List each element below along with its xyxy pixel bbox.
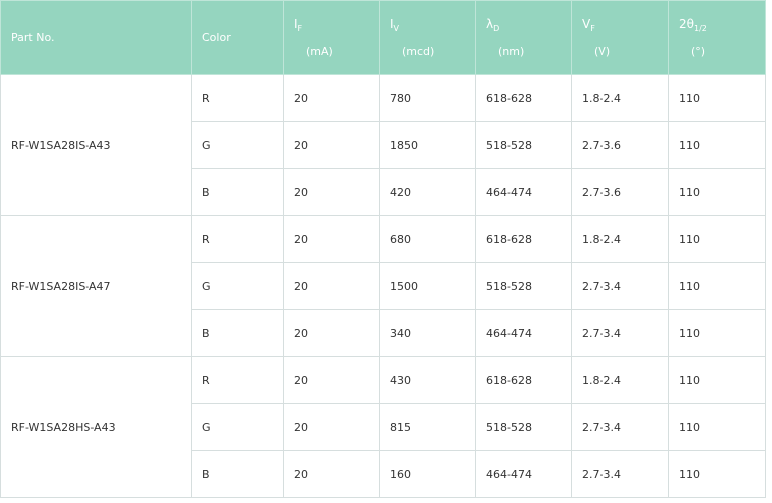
part-number-cell: RF-W1SA28IS-A47	[0, 215, 192, 357]
forward-current-cell: 20	[283, 450, 380, 498]
viewing-angle-cell: 110	[668, 403, 766, 451]
header-forward-voltage-symbol: VF	[582, 17, 595, 33]
dominant-wavelength-cell: 464-474	[475, 309, 572, 357]
forward-current-cell: 20	[283, 403, 380, 451]
forward-current-cell: 20	[283, 121, 380, 169]
header-forward-current-unit: (mA)	[306, 45, 333, 58]
table-row: RF-W1SA28HS-A43 R 20 430 618-628 1.8-2.4…	[0, 356, 766, 498]
part-number-cell: RF-W1SA28HS-A43	[0, 356, 192, 498]
header-color: Color	[191, 0, 284, 75]
viewing-angle-cell: 110	[668, 74, 766, 122]
header-luminous-intensity: IV (mcd)	[379, 0, 476, 75]
luminous-intensity-cell: 815	[379, 403, 476, 451]
header-dominant-wavelength: λD (nm)	[475, 0, 572, 75]
forward-current-cell: 20	[283, 356, 380, 404]
header-forward-voltage-unit: (V)	[594, 45, 611, 58]
forward-voltage-cell: 1.8-2.4	[571, 215, 669, 263]
forward-voltage-cell: 2.7-3.6	[571, 121, 669, 169]
viewing-angle-cell: 110	[668, 450, 766, 498]
forward-voltage-cell: 1.8-2.4	[571, 74, 669, 122]
luminous-intensity-cell: 1850	[379, 121, 476, 169]
led-spec-table: Part No. Color IF (mA) IV (mcd) λD (nm)	[0, 0, 766, 498]
dominant-wavelength-cell: 618-628	[475, 215, 572, 263]
luminous-intensity-cell: 420	[379, 168, 476, 216]
header-dominant-wavelength-symbol: λD	[486, 17, 499, 33]
dominant-wavelength-cell: 618-628	[475, 356, 572, 404]
luminous-intensity-cell: 160	[379, 450, 476, 498]
header-part-no: Part No.	[0, 0, 192, 75]
part-number-cell: RF-W1SA28IS-A43	[0, 74, 192, 216]
forward-voltage-cell: 2.7-3.4	[571, 309, 669, 357]
dominant-wavelength-cell: 518-528	[475, 403, 572, 451]
table-body: RF-W1SA28IS-A43 R 20 780 618-628 1.8-2.4…	[0, 74, 766, 498]
luminous-intensity-cell: 430	[379, 356, 476, 404]
viewing-angle-cell: 110	[668, 356, 766, 404]
luminous-intensity-cell: 680	[379, 215, 476, 263]
luminous-intensity-cell: 340	[379, 309, 476, 357]
forward-current-cell: 20	[283, 262, 380, 310]
header-luminous-intensity-symbol: IV	[390, 17, 399, 33]
spec-table-container: Part No. Color IF (mA) IV (mcd) λD (nm)	[0, 0, 766, 498]
viewing-angle-cell: 110	[668, 215, 766, 263]
header-color-label: Color	[202, 31, 231, 44]
forward-voltage-cell: 2.7-3.4	[571, 262, 669, 310]
header-part-no-label: Part No.	[11, 31, 55, 44]
header-viewing-angle-unit: (°)	[691, 45, 706, 58]
header-luminous-intensity-unit: (mcd)	[402, 45, 435, 58]
viewing-angle-cell: 110	[668, 309, 766, 357]
header-row: Part No. Color IF (mA) IV (mcd) λD (nm)	[0, 0, 766, 75]
symbol-subscript: F	[590, 24, 595, 33]
forward-current-cell: 20	[283, 168, 380, 216]
color-cell: R	[191, 215, 284, 263]
color-cell: G	[191, 403, 284, 451]
symbol-subscript: 1/2	[693, 24, 707, 33]
header-forward-current: IF (mA)	[283, 0, 380, 75]
color-cell: G	[191, 121, 284, 169]
dominant-wavelength-cell: 464-474	[475, 450, 572, 498]
color-cell: B	[191, 168, 284, 216]
color-cell: B	[191, 450, 284, 498]
dominant-wavelength-cell: 464-474	[475, 168, 572, 216]
forward-current-cell: 20	[283, 74, 380, 122]
luminous-intensity-cell: 780	[379, 74, 476, 122]
forward-voltage-cell: 1.8-2.4	[571, 356, 669, 404]
table-row: RF-W1SA28IS-A47 R 20 680 618-628 1.8-2.4…	[0, 215, 766, 357]
table-row: RF-W1SA28IS-A43 R 20 780 618-628 1.8-2.4…	[0, 74, 766, 216]
forward-current-cell: 20	[283, 309, 380, 357]
color-cell: R	[191, 356, 284, 404]
color-cell: R	[191, 74, 284, 122]
dominant-wavelength-cell: 518-528	[475, 121, 572, 169]
color-cell: G	[191, 262, 284, 310]
symbol-subscript: V	[393, 24, 400, 33]
header-forward-voltage: VF (V)	[571, 0, 669, 75]
header-viewing-angle-symbol: 2θ1/2	[679, 17, 707, 33]
symbol-text: 2θ	[679, 17, 694, 31]
dominant-wavelength-cell: 518-528	[475, 262, 572, 310]
viewing-angle-cell: 110	[668, 121, 766, 169]
forward-voltage-cell: 2.7-3.4	[571, 450, 669, 498]
dominant-wavelength-cell: 618-628	[475, 74, 572, 122]
forward-current-cell: 20	[283, 215, 380, 263]
header-forward-current-symbol: IF	[294, 17, 302, 33]
header-viewing-angle: 2θ1/2 (°)	[668, 0, 766, 75]
symbol-text: V	[582, 17, 591, 31]
header-dominant-wavelength-unit: (nm)	[498, 45, 525, 58]
symbol-subscript: F	[297, 24, 303, 33]
symbol-subscript: D	[493, 24, 500, 33]
forward-voltage-cell: 2.7-3.6	[571, 168, 669, 216]
viewing-angle-cell: 110	[668, 262, 766, 310]
forward-voltage-cell: 2.7-3.4	[571, 403, 669, 451]
table-header: Part No. Color IF (mA) IV (mcd) λD (nm)	[0, 0, 766, 75]
color-cell: B	[191, 309, 284, 357]
viewing-angle-cell: 110	[668, 168, 766, 216]
luminous-intensity-cell: 1500	[379, 262, 476, 310]
